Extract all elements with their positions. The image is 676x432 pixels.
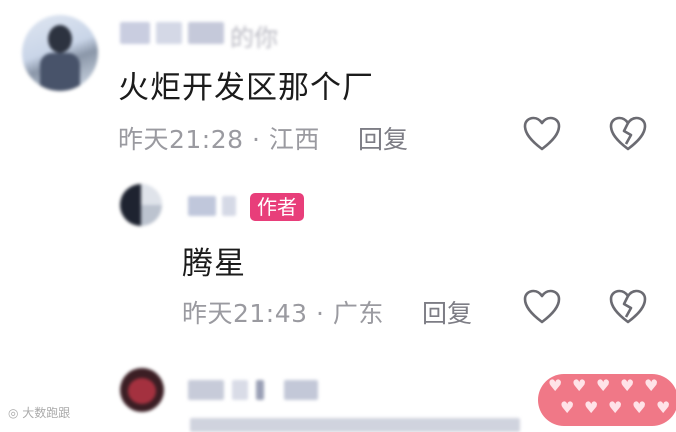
broken-heart-icon[interactable]	[608, 288, 648, 326]
author-badge: 作者	[250, 193, 304, 221]
comment-text: 火炬开发区那个厂	[118, 70, 374, 106]
avatar-light-part	[141, 184, 162, 205]
username-redacted	[156, 22, 182, 44]
comment-text: 腾星	[182, 246, 246, 282]
reply-button[interactable]: 回复	[422, 294, 472, 330]
avatar-figure	[48, 25, 72, 53]
username-redacted	[284, 380, 318, 400]
heart-outline-icon[interactable]	[522, 288, 562, 326]
watermark: ◎ 大数跑跟	[8, 404, 70, 421]
heart-outline-icon[interactable]	[522, 115, 562, 153]
comment-time: 昨天21:28	[118, 125, 244, 154]
comment-time: 昨天21:43	[182, 299, 308, 328]
avatar[interactable]	[120, 368, 164, 412]
username-redacted	[188, 380, 224, 400]
avatar-figure-body	[40, 53, 80, 91]
avatar-dark-part	[120, 184, 141, 226]
watermark-logo-icon: ◎	[8, 406, 23, 420]
username-redacted	[120, 22, 150, 44]
comment-location: 江西	[268, 125, 320, 154]
username-redacted	[188, 196, 216, 216]
username-redacted	[188, 22, 224, 44]
avatar[interactable]	[22, 15, 98, 91]
watermark-text: 大数跑跟	[22, 406, 71, 420]
username-redacted	[232, 380, 248, 400]
separator: ·	[252, 125, 261, 154]
comment-meta: 昨天21:28 · 江西	[118, 120, 320, 156]
username-redacted	[256, 380, 264, 400]
hearts-sticker: ♥ ♥ ♥ ♥ ♥ ♥ ♥ ♥ ♥ ♥	[538, 374, 676, 426]
avatar-red-part	[128, 378, 156, 404]
comment-location: 广东	[332, 299, 384, 328]
comment-meta: 昨天21:43 · 广东	[182, 294, 384, 330]
username-redacted	[222, 196, 236, 216]
broken-heart-icon[interactable]	[608, 115, 648, 153]
username-visible: 的你	[230, 24, 278, 52]
avatar[interactable]	[120, 184, 162, 226]
separator: ·	[316, 299, 325, 328]
text-redacted	[190, 418, 520, 432]
reply-button[interactable]: 回复	[358, 120, 408, 156]
